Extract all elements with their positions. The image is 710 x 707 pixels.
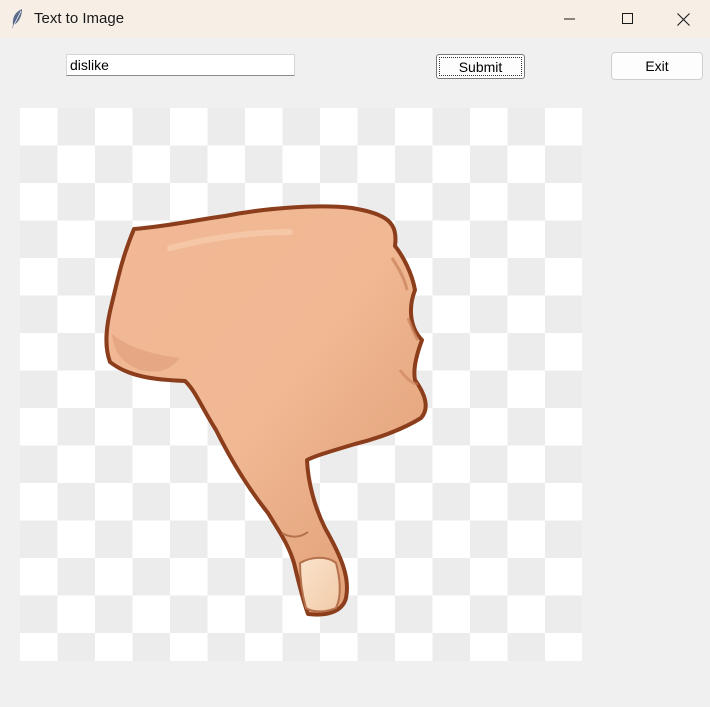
feather-icon (9, 8, 25, 30)
window-title: Text to Image (34, 10, 125, 27)
close-button[interactable] (657, 0, 710, 38)
exit-button[interactable]: Exit (611, 52, 703, 80)
prompt-input[interactable] (66, 54, 295, 76)
generated-image (20, 108, 582, 661)
maximize-icon (622, 13, 634, 25)
minimize-icon (564, 13, 576, 25)
submit-button[interactable]: Submit (436, 54, 525, 79)
thumbs-down-hand-image (104, 204, 428, 617)
maximize-button[interactable] (599, 0, 657, 38)
close-icon (677, 12, 690, 26)
title-bar: Text to Image (0, 0, 710, 38)
minimize-button[interactable] (541, 0, 599, 38)
